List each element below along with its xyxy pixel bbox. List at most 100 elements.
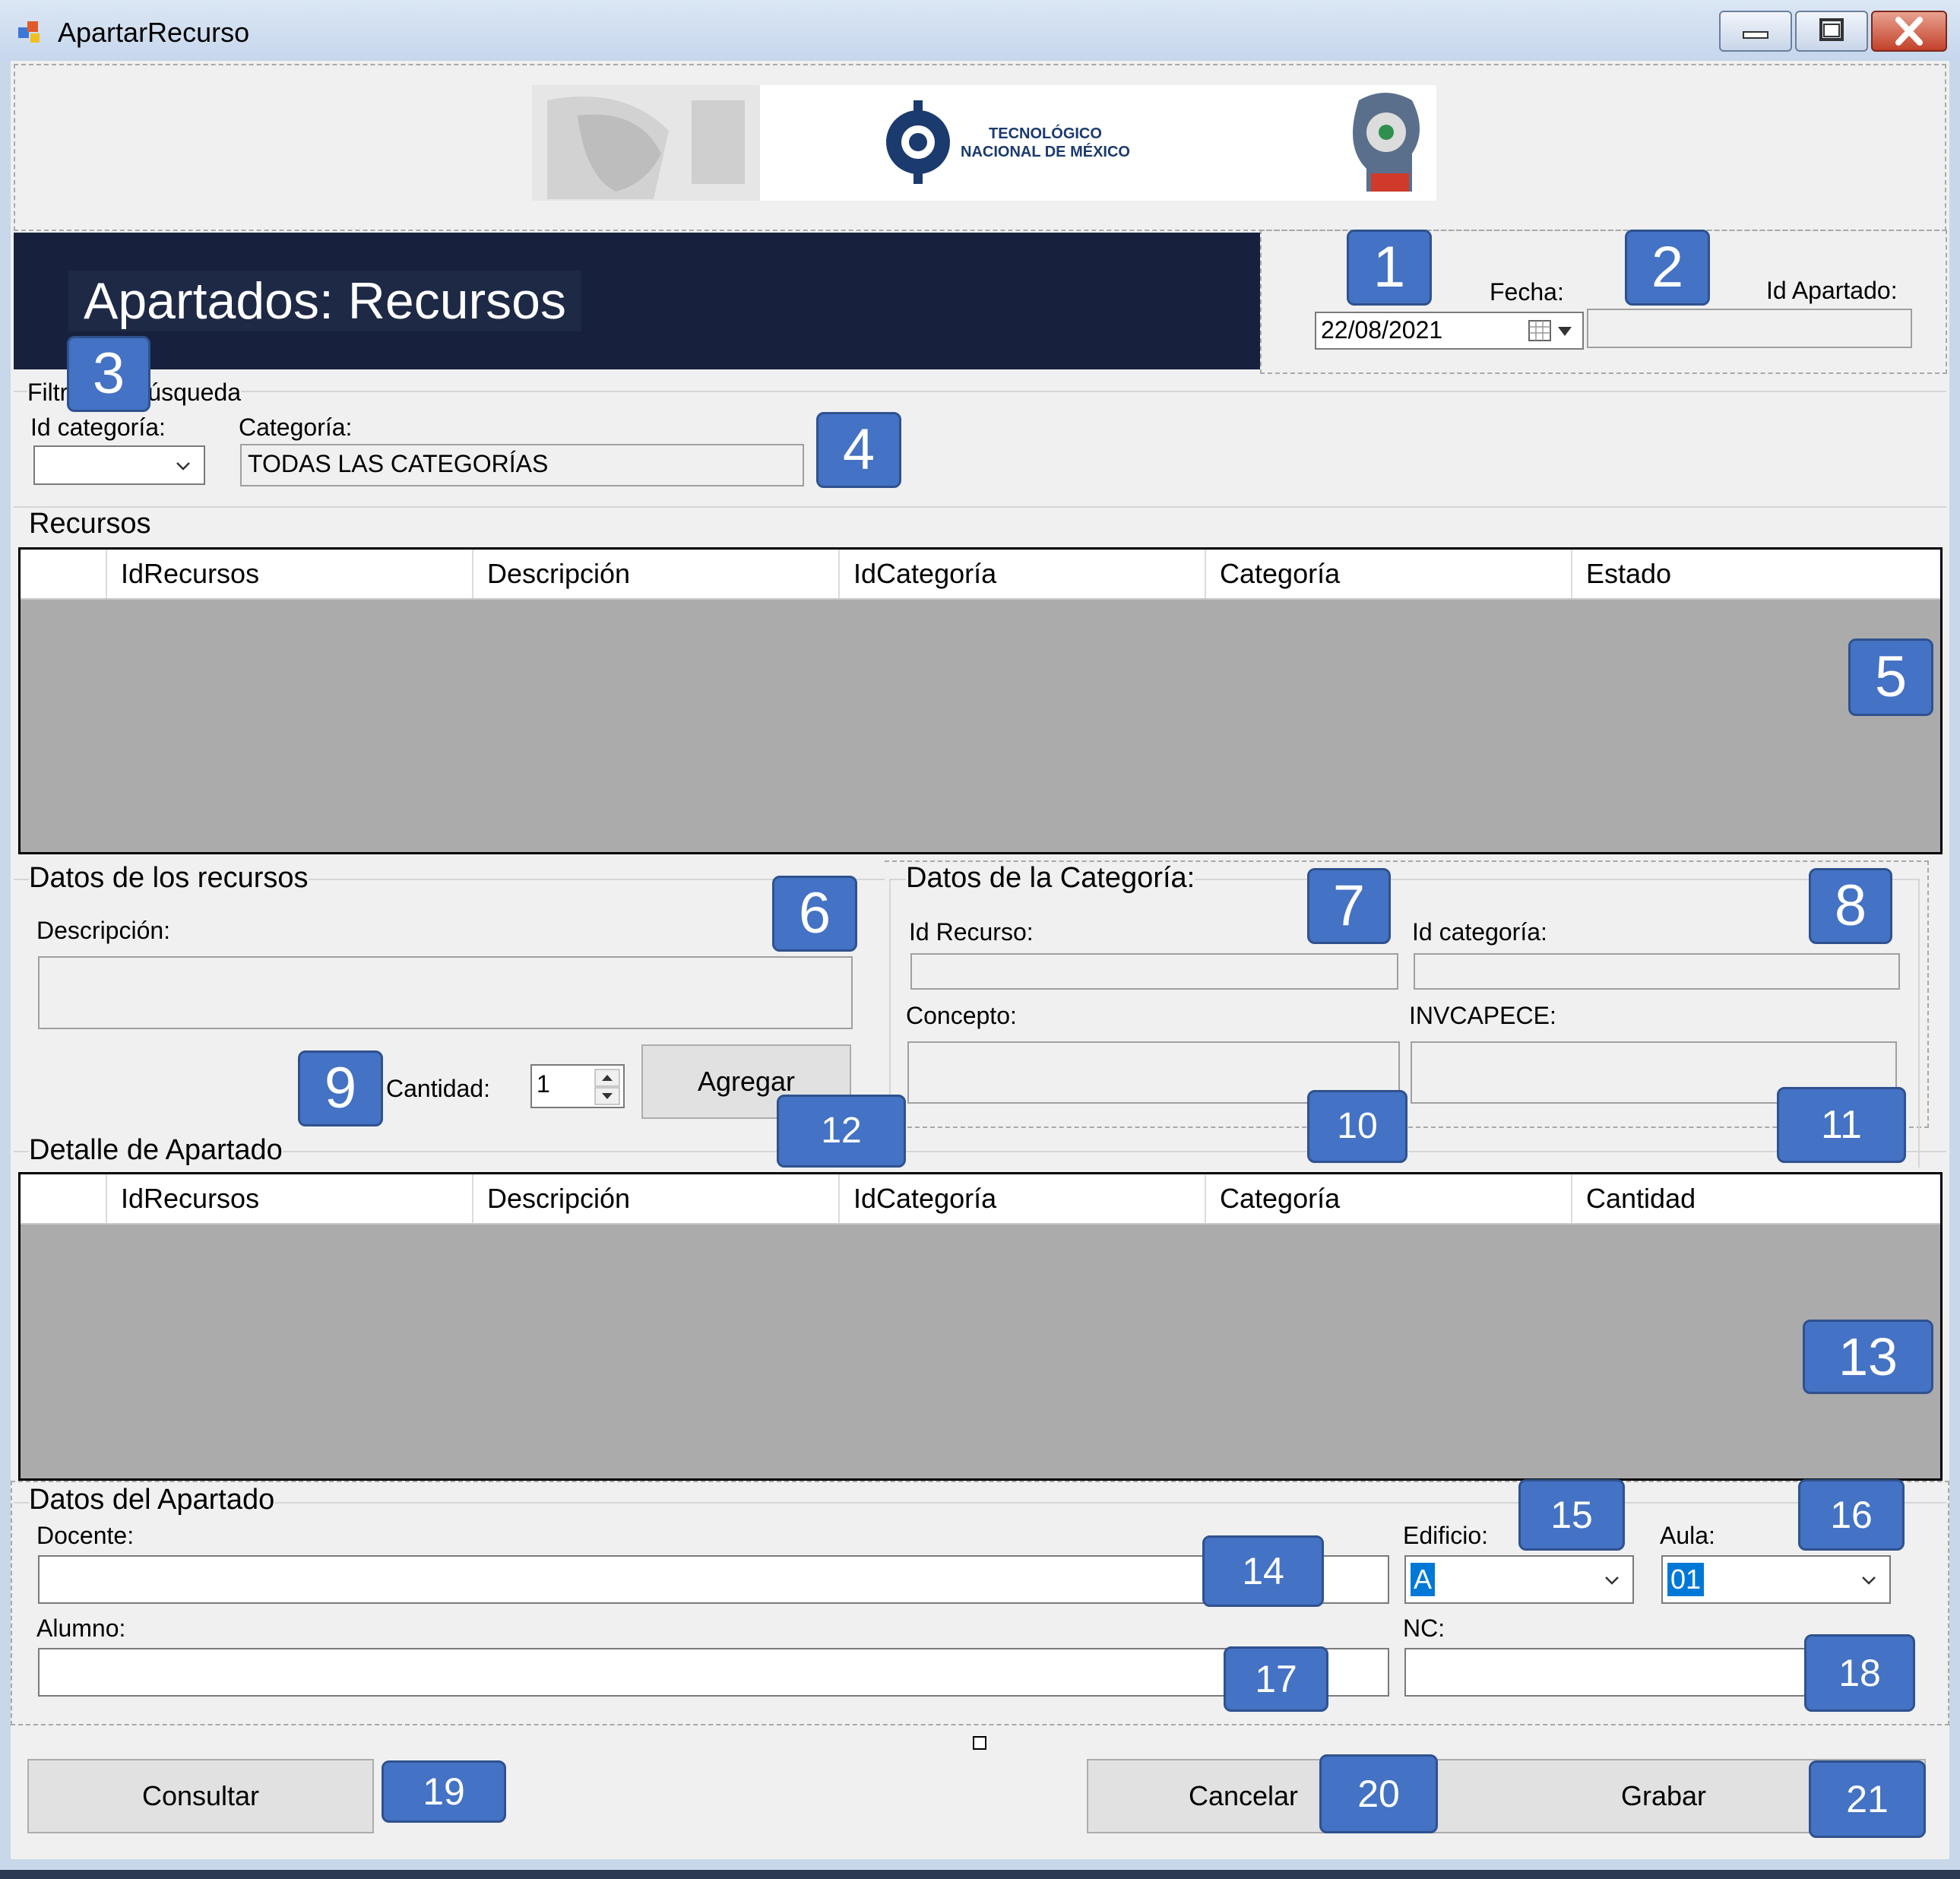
close-button[interactable] [1871,11,1947,52]
detalle-col-header[interactable]: IdRecursos [106,1174,472,1223]
concepto-label: Concepto: [906,1002,1017,1029]
cantidad-label: Cantidad: [386,1075,490,1102]
aula-selected-value: 01 [1667,1563,1705,1596]
cantidad-value: 1 [537,1070,550,1098]
title-bar[interactable]: ApartarRecurso [0,0,1960,61]
detalle-col-header[interactable]: Cantidad [1571,1174,1940,1223]
tecnm-gear-logo-icon [886,100,950,184]
detalle-group [14,1151,1946,1160]
chevron-down-icon [176,462,190,471]
annotation-badge: 13 [1803,1320,1933,1394]
annotation-badge: 17 [1224,1646,1328,1712]
docente-field[interactable] [38,1555,1389,1604]
id-apartado-label: Id Apartado: [1766,277,1898,304]
invcapece-label: INVCAPECE: [1409,1002,1556,1029]
annotation-badge: 18 [1804,1634,1915,1712]
annotation-badge: 15 [1518,1479,1625,1551]
recursos-col-header[interactable]: Categoría [1205,550,1571,598]
aula-combobox[interactable]: 01 [1661,1555,1891,1604]
detalle-grid-header: IdRecursos Descripción IdCategoría Categ… [21,1174,1940,1225]
id-apartado-field[interactable] [1587,309,1912,348]
window-title: ApartarRecurso [58,17,250,48]
annotation-badge: 11 [1777,1087,1906,1163]
annotation-badge: 7 [1307,868,1391,944]
annotation-badge: 3 [67,336,150,412]
recursos-col-header[interactable]: Estado [1571,550,1940,598]
datos-apartado-group [14,1502,1946,1511]
annotation-badge: 19 [382,1760,506,1823]
chevron-down-icon [1605,1576,1619,1585]
fecha-label: Fecha: [1490,278,1564,306]
annotation-badge: 21 [1809,1760,1926,1838]
minimize-button[interactable] [1719,11,1792,52]
id-categoria-combobox[interactable] [33,445,205,485]
resize-handle[interactable] [973,1736,986,1750]
docente-label: Docente: [36,1522,135,1549]
datos-categoria-group-label: Datos de la Categoría: [906,862,1195,895]
datos-recursos-group-label: Datos de los recursos [29,862,309,895]
categoria-filter-label: Categoría: [239,414,353,441]
minimize-icon [1743,31,1768,39]
recursos-group-label: Recursos [29,508,151,540]
maximize-icon [1819,18,1844,41]
header-panel: Apartados: Recursos [14,233,1260,369]
descripcion-label: Descripción: [36,917,171,944]
detalle-row-header-cell [21,1174,106,1223]
id-recurso-label: Id Recurso: [909,918,1034,946]
fecha-datepicker[interactable]: 22/08/2021 [1315,312,1584,350]
edificio-selected-value: A [1411,1563,1436,1596]
annotation-badge: 14 [1202,1535,1324,1607]
detalle-group-label: Detalle de Apartado [29,1134,283,1167]
annotation-badge: 20 [1319,1754,1438,1833]
fecha-value: 22/08/2021 [1321,316,1443,344]
chevron-down-icon [1862,1576,1876,1585]
close-icon [1895,17,1923,46]
recursos-group [14,506,1946,515]
annotation-badge: 10 [1307,1090,1407,1163]
calendar-dropdown-icon[interactable] [1525,318,1578,344]
datos-apartado-group-label: Datos del Apartado [29,1484,275,1516]
maximize-button[interactable] [1795,11,1868,52]
id-categoria-label: Id categoría: [1412,918,1547,946]
aula-label: Aula: [1660,1522,1715,1549]
alumno-label: Alumno: [36,1614,126,1642]
id-recurso-field[interactable] [910,953,1398,990]
app-window: ApartarRecurso TECNOLÓGICO NACIONAL DE M… [0,0,1960,1870]
annotation-badge: 9 [298,1050,383,1126]
itc-head-logo-icon [1353,93,1420,192]
recursos-col-header[interactable]: IdRecursos [106,550,472,598]
detalle-col-header[interactable]: IdCategoría [838,1174,1205,1223]
annotation-badge: 6 [772,876,857,952]
recursos-col-header[interactable]: Descripción [472,550,838,598]
categoria-filter-field[interactable]: TODAS LAS CATEGORÍAS [240,444,804,486]
app-icon [18,21,40,43]
recursos-col-header[interactable]: IdCategoría [838,550,1205,598]
annotation-badge: 12 [777,1095,906,1168]
descripcion-field[interactable] [38,956,853,1029]
tecnm-logo-text: TECNOLÓGICO NACIONAL DE MÉXICO [961,125,1130,161]
annotation-badge: 1 [1347,230,1432,306]
spin-arrows-icon[interactable] [594,1069,620,1105]
tecnm-text-line2: NACIONAL DE MÉXICO [961,144,1130,160]
alumno-field[interactable] [38,1648,1389,1697]
consultar-button[interactable]: Consultar [27,1759,374,1833]
annotation-badge: 5 [1848,638,1933,716]
page-title: Apartados: Recursos [68,271,581,331]
annotation-badge: 16 [1798,1479,1905,1551]
recursos-grid-header: IdRecursos Descripción IdCategoría Categ… [21,550,1940,600]
annotation-badge: 4 [816,412,901,488]
id-categoria-field[interactable] [1414,953,1900,990]
detalle-col-header[interactable]: Descripción [472,1174,838,1223]
id-categoria-filter-label: Id categoría: [30,414,166,441]
tecnm-text-line1: TECNOLÓGICO [989,125,1102,142]
detalle-datagrid[interactable]: IdRecursos Descripción IdCategoría Categ… [18,1172,1943,1481]
recursos-datagrid[interactable]: IdRecursos Descripción IdCategoría Categ… [18,547,1943,854]
cantidad-numeric-updown[interactable]: 1 [530,1064,625,1108]
detalle-col-header[interactable]: Categoría [1205,1174,1571,1223]
edificio-combobox[interactable]: A [1404,1555,1634,1604]
annotation-badge: 8 [1809,868,1892,944]
aztec-emblem-icon [532,85,760,201]
form-client-area: TECNOLÓGICO NACIONAL DE MÉXICO Apartados… [11,61,1949,1859]
annotation-badge: 2 [1625,230,1710,306]
nc-label: NC: [1403,1614,1445,1642]
